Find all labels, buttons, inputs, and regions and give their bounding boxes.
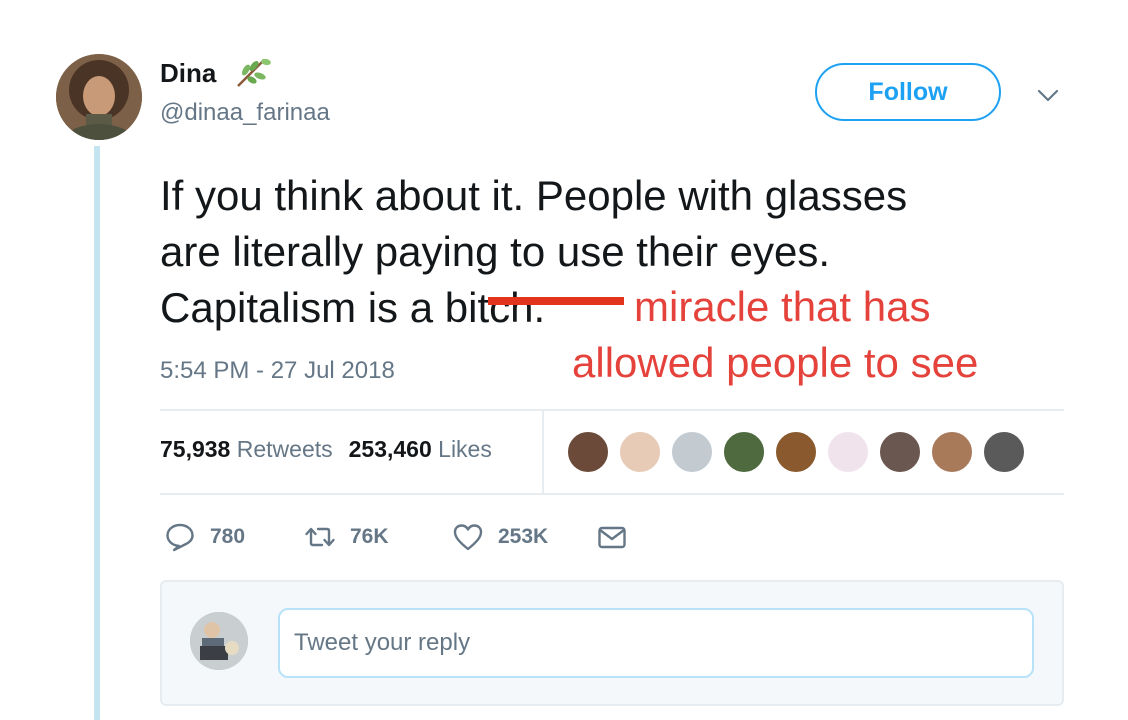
divider bbox=[160, 409, 1064, 411]
author-avatar[interactable] bbox=[56, 54, 142, 140]
viewer-avatar[interactable] bbox=[190, 612, 248, 670]
reply-icon bbox=[166, 523, 194, 552]
tweet-text-line-1: If you think about it. People with glass… bbox=[160, 172, 908, 219]
tweet-text-line-3: Capitalism is a bitch. bbox=[160, 280, 1090, 336]
author-display-name[interactable]: Dina bbox=[160, 58, 216, 88]
liker-avatar[interactable] bbox=[566, 430, 610, 474]
edit-annotation-line-2: allowed people to see bbox=[572, 339, 979, 386]
herb-icon bbox=[237, 58, 271, 87]
reply-action[interactable]: 780 bbox=[164, 520, 245, 554]
liker-avatar[interactable] bbox=[670, 430, 714, 474]
liker-avatar[interactable] bbox=[618, 430, 662, 474]
envelope-icon bbox=[598, 526, 626, 549]
reply-count: 780 bbox=[210, 525, 246, 548]
retweets-count[interactable]: 75,938 bbox=[160, 436, 230, 462]
retweet-count: 76K bbox=[350, 525, 389, 548]
divider bbox=[160, 493, 1064, 495]
author-handle[interactable]: @dinaa_farinaa bbox=[160, 98, 330, 128]
retweet-icon bbox=[305, 527, 335, 547]
liker-avatar[interactable] bbox=[930, 430, 974, 474]
tweet-stats: 75,938 Retweets 253,460 Likes bbox=[160, 434, 492, 464]
liker-avatar[interactable] bbox=[826, 430, 870, 474]
liker-avatar[interactable] bbox=[722, 430, 766, 474]
likes-count[interactable]: 253,460 bbox=[349, 436, 432, 462]
reply-input[interactable] bbox=[278, 608, 1034, 678]
strikethrough-mark bbox=[488, 297, 624, 305]
direct-message-action[interactable] bbox=[596, 520, 628, 554]
like-action[interactable]: 253K bbox=[452, 520, 548, 554]
tweet-timestamp[interactable]: 5:54 PM - 27 Jul 2018 bbox=[160, 356, 395, 386]
liker-avatar[interactable] bbox=[774, 430, 818, 474]
like-count: 253K bbox=[498, 525, 549, 548]
heart-icon bbox=[453, 524, 483, 551]
edit-annotation-line-1: miracle that has bbox=[634, 283, 931, 330]
stats-separator bbox=[542, 411, 544, 493]
retweet-action[interactable]: 76K bbox=[304, 520, 389, 554]
chevron-down-icon[interactable] bbox=[1035, 82, 1061, 108]
tweet-text: If you think about it. People with glass… bbox=[160, 168, 1090, 336]
struck-word: bitch. bbox=[444, 284, 546, 331]
tweet-text-line-3-prefix: Capitalism is a bbox=[160, 284, 445, 331]
thread-line bbox=[94, 146, 100, 720]
retweets-label[interactable]: Retweets bbox=[237, 436, 333, 462]
follow-button[interactable]: Follow bbox=[815, 63, 1001, 121]
liker-avatar[interactable] bbox=[982, 430, 1026, 474]
tweet-text-line-2: are literally paying to use their eyes. bbox=[160, 228, 831, 275]
likes-label[interactable]: Likes bbox=[438, 436, 492, 462]
liker-avatar[interactable] bbox=[878, 430, 922, 474]
